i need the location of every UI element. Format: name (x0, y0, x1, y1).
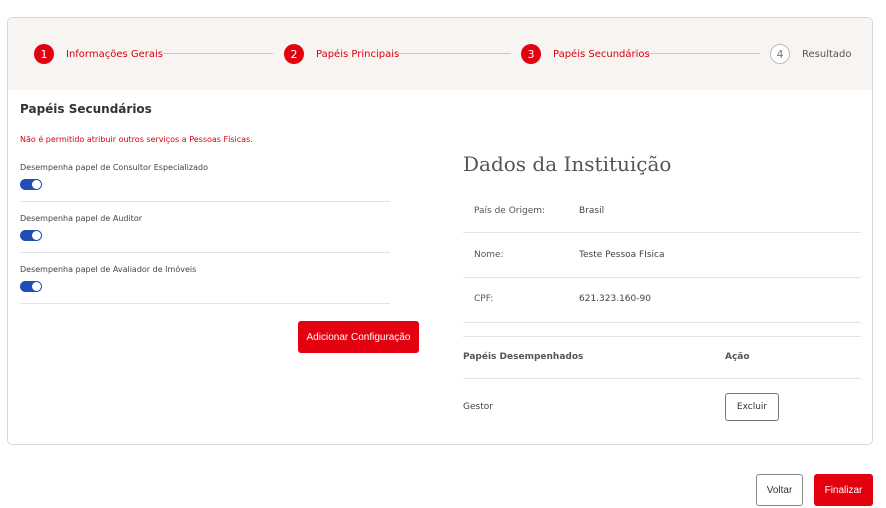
step-label: Papéis Secundários (553, 48, 650, 60)
info-key: País de Origem: (474, 206, 546, 216)
toggle-knob (32, 180, 41, 189)
divider (463, 336, 861, 337)
stepper: 1 Informações Gerais 2 Papéis Principais… (8, 18, 872, 90)
divider (20, 303, 390, 304)
role-toggle-avaliador: Desempenha papel de Avaliador de Imóveis (20, 265, 390, 292)
table-header-action: Ação (725, 352, 750, 362)
consultor-toggle[interactable] (20, 179, 42, 190)
toggle-label: Desempenha papel de Avaliador de Imóveis (20, 265, 197, 274)
divider (463, 378, 861, 379)
avaliador-toggle[interactable] (20, 281, 42, 292)
divider (463, 322, 861, 323)
step-papeis-principais[interactable]: 2 Papéis Principais (284, 43, 399, 65)
divider (20, 252, 390, 253)
warning-message: Não é permitido atribuir outros serviços… (20, 135, 253, 144)
divider (463, 232, 861, 233)
role-toggle-auditor: Desempenha papel de Auditor (20, 214, 390, 241)
info-row-pais: País de Origem: Brasil (463, 206, 861, 251)
divider (20, 201, 390, 202)
info-row-cpf: CPF: 621.323.160-90 (463, 294, 861, 339)
step-connector (163, 53, 273, 54)
form-card: 1 Informações Gerais 2 Papéis Principais… (7, 17, 873, 445)
step-number: 3 (521, 44, 541, 64)
back-button[interactable]: Voltar (756, 474, 803, 506)
info-value: 621.323.160-90 (579, 294, 651, 304)
toggle-label: Desempenha papel de Auditor (20, 214, 143, 223)
info-value: Brasil (579, 206, 605, 216)
step-resultado[interactable]: 4 Resultado (770, 43, 852, 65)
auditor-toggle[interactable] (20, 230, 42, 241)
add-configuration-button[interactable]: Adicionar Configuração (298, 321, 419, 353)
info-key: Nome: (474, 250, 504, 260)
step-number: 4 (770, 44, 790, 64)
institution-title: Dados da Instituição (463, 152, 672, 176)
step-number: 1 (34, 44, 54, 64)
toggle-label: Desempenha papel de Consultor Especializ… (20, 163, 208, 172)
step-label: Resultado (802, 48, 852, 60)
info-row-nome: Nome: Teste Pessoa FIsica (463, 250, 861, 295)
table-cell-role: Gestor (463, 402, 493, 412)
info-key: CPF: (474, 294, 494, 304)
divider (463, 277, 861, 278)
step-connector (648, 53, 760, 54)
section-title: Papéis Secundários (20, 102, 152, 116)
info-value: Teste Pessoa FIsica (579, 250, 665, 260)
step-label: Papéis Principais (316, 48, 400, 60)
delete-role-button[interactable]: Excluir (725, 393, 779, 421)
step-connector (398, 53, 511, 54)
toggle-knob (32, 231, 41, 240)
role-toggle-consultor: Desempenha papel de Consultor Especializ… (20, 163, 390, 190)
step-informacoes-gerais[interactable]: 1 Informações Gerais (34, 43, 163, 65)
step-number: 2 (284, 44, 304, 64)
finish-button[interactable]: Finalizar (814, 474, 873, 506)
table-header-roles: Papéis Desempenhados (463, 352, 584, 362)
toggle-knob (32, 282, 41, 291)
step-label: Informações Gerais (66, 48, 164, 60)
step-papeis-secundarios[interactable]: 3 Papéis Secundários (521, 43, 650, 65)
